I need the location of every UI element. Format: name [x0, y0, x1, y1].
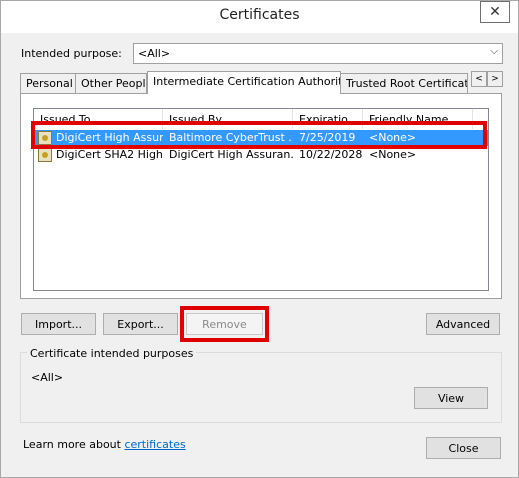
certificate-icon [38, 148, 52, 162]
cell-issued-to: DigiCert SHA2 High ... [56, 148, 163, 161]
column-friendly-name[interactable]: Friendly Name [363, 109, 473, 129]
certificates-dialog: Certificates ✕ Intended purpose: <All> ⌵… [0, 0, 519, 478]
cell-friendly-name: <None> [369, 148, 417, 161]
close-window-button[interactable]: ✕ [480, 1, 510, 23]
store-tabs: Personal Other People Intermediate Certi… [20, 71, 490, 94]
close-button[interactable]: Close [426, 437, 501, 459]
import-button[interactable]: Import... [21, 313, 96, 335]
tab-scroll-right-button[interactable]: > [487, 71, 503, 87]
window-title: Certificates [219, 7, 300, 23]
advanced-button[interactable]: Advanced [426, 313, 500, 335]
tab-personal[interactable]: Personal [20, 73, 76, 93]
intended-purpose-dropdown[interactable]: <All> ⌵ [133, 43, 503, 64]
cell-issued-by: DigiCert High Assuran... [169, 148, 293, 161]
learn-more-text: Learn more about certificates [23, 438, 186, 451]
intended-purposes-title: Certificate intended purposes [27, 347, 197, 360]
table-row[interactable]: DigiCert SHA2 High ... DigiCert High Ass… [34, 147, 488, 163]
intended-purposes-value: <All> [31, 371, 64, 384]
chevron-down-icon: ⌵ [490, 46, 498, 57]
column-expiration[interactable]: Expiratio... [293, 109, 363, 129]
column-issued-to[interactable]: Issued To [34, 109, 163, 129]
title-bar: Certificates ✕ [1, 1, 518, 33]
learn-more-prefix: Learn more about [23, 438, 125, 451]
certificate-icon [38, 131, 52, 145]
certificates-link[interactable]: certificates [124, 438, 185, 451]
cell-expiration: 7/25/2019 [299, 131, 356, 144]
certificate-list[interactable]: Issued To Issued By Expiratio... Friendl… [33, 108, 489, 291]
tab-panel: Issued To Issued By Expiratio... Friendl… [20, 93, 502, 299]
view-button[interactable]: View [414, 387, 488, 409]
chevron-right-icon: > [491, 74, 499, 84]
cell-friendly-name: <None> [369, 131, 417, 144]
tab-intermediate-ca[interactable]: Intermediate Certification Authorities [147, 71, 341, 94]
export-button[interactable]: Export... [103, 313, 178, 335]
table-row[interactable]: DigiCert High Assur... Baltimore CyberTr… [34, 130, 488, 146]
tab-other-people[interactable]: Other People [75, 73, 147, 93]
cell-issued-to: DigiCert High Assur... [56, 131, 163, 144]
list-header: Issued To Issued By Expiratio... Friendl… [34, 109, 488, 129]
tab-scroll-left-button[interactable]: < [471, 71, 487, 87]
column-issued-by[interactable]: Issued By [163, 109, 293, 129]
remove-button[interactable]: Remove [186, 313, 263, 335]
intended-purpose-value: <All> [138, 47, 171, 60]
cell-expiration: 10/22/2028 [299, 148, 363, 161]
cell-issued-by: Baltimore CyberTrust ... [169, 131, 293, 144]
tab-trusted-root[interactable]: Trusted Root Certification [340, 73, 468, 93]
chevron-left-icon: < [475, 74, 483, 84]
close-icon: ✕ [489, 4, 501, 20]
intended-purpose-label: Intended purpose: [21, 47, 122, 60]
